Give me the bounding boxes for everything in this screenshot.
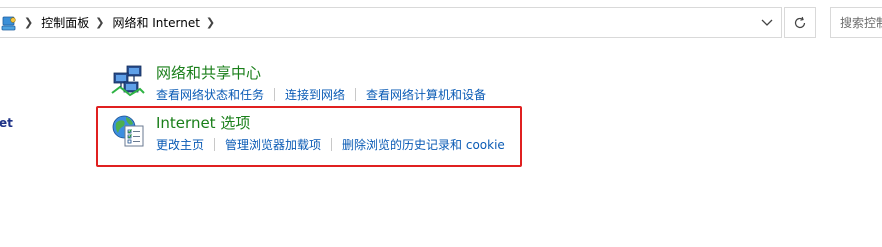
link-change-homepage[interactable]: 更改主页 xyxy=(156,136,204,153)
address-history-dropdown[interactable] xyxy=(753,8,781,37)
control-panel-icon xyxy=(0,14,18,32)
category-internet-options: Internet 选项 更改主页 管理浏览器加载项 删除浏览的历史记录和 coo… xyxy=(110,113,505,153)
network-sharing-center-icon[interactable] xyxy=(110,63,146,99)
search-box[interactable] xyxy=(830,7,882,38)
chevron-down-icon xyxy=(761,19,773,26)
chevron-right-icon[interactable]: ❯ xyxy=(95,16,104,29)
link-manage-browser-addons[interactable]: 管理浏览器加载项 xyxy=(225,136,321,153)
category-network-sharing-center: 网络和共享中心 查看网络状态和任务 连接到网络 查看网络计算机和设备 xyxy=(110,63,486,103)
link-delete-browsing-history[interactable]: 删除浏览的历史记录和 cookie xyxy=(342,136,505,153)
left-pane-item-fragment[interactable]: et xyxy=(0,116,13,130)
category-text: 网络和共享中心 查看网络状态和任务 连接到网络 查看网络计算机和设备 xyxy=(156,63,486,103)
refresh-button[interactable] xyxy=(784,7,816,38)
link-divider xyxy=(274,88,276,101)
link-divider xyxy=(331,138,333,151)
chevron-right-icon[interactable]: ❯ xyxy=(206,16,215,29)
chevron-right-icon[interactable]: ❯ xyxy=(24,16,33,29)
category-text: Internet 选项 更改主页 管理浏览器加载项 删除浏览的历史记录和 coo… xyxy=(156,113,505,153)
search-input[interactable] xyxy=(840,15,882,30)
link-divider xyxy=(355,88,357,101)
link-divider xyxy=(214,138,216,151)
category-title-network-sharing-center[interactable]: 网络和共享中心 xyxy=(156,63,486,83)
breadcrumb-network-internet[interactable]: 网络和 Internet xyxy=(112,14,199,31)
breadcrumb-control-panel[interactable]: 控制面板 xyxy=(41,14,89,31)
refresh-icon xyxy=(794,16,806,28)
internet-options-icon[interactable] xyxy=(110,113,146,149)
link-view-network-status[interactable]: 查看网络状态和任务 xyxy=(156,86,264,103)
address-bar[interactable]: ❯ 控制面板 ❯ 网络和 Internet ❯ xyxy=(0,7,782,38)
category-title-internet-options[interactable]: Internet 选项 xyxy=(156,113,505,133)
link-view-network-computers[interactable]: 查看网络计算机和设备 xyxy=(366,86,486,103)
category-links: 更改主页 管理浏览器加载项 删除浏览的历史记录和 cookie xyxy=(156,136,505,153)
category-links: 查看网络状态和任务 连接到网络 查看网络计算机和设备 xyxy=(156,86,486,103)
link-connect-to-network[interactable]: 连接到网络 xyxy=(285,86,345,103)
